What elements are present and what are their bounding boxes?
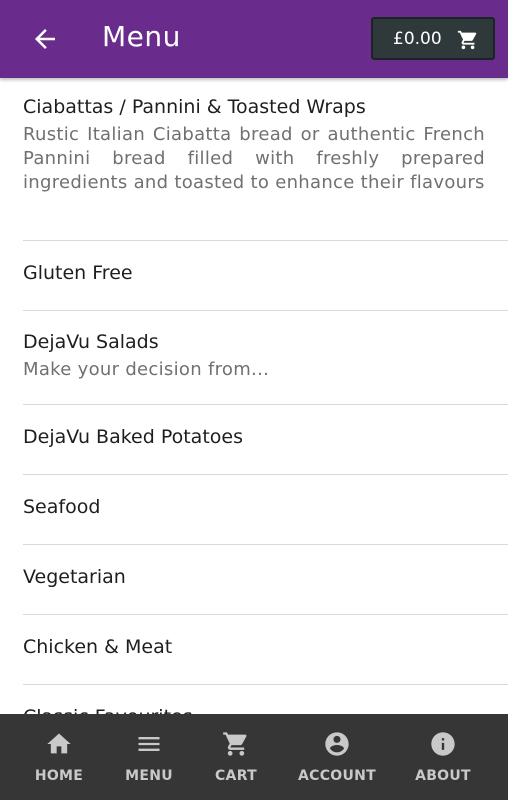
back-button[interactable]: [30, 24, 60, 54]
bottom-navigation: HOME MENU CART ACCOUNT ABOUT: [0, 714, 508, 800]
menu-category-item[interactable]: DejaVu Salads Make your decision from...: [23, 311, 508, 405]
arrow-left-icon: [35, 29, 55, 49]
menu-category-title: Gluten Free: [23, 262, 133, 284]
account-icon: [325, 732, 349, 756]
menu-category-item[interactable]: Chicken & Meat: [23, 615, 508, 685]
nav-label: ABOUT: [415, 768, 471, 784]
app-bar: Menu £0.00: [0, 0, 508, 78]
page-title: Menu: [102, 20, 181, 53]
shopping-cart-icon: [457, 30, 477, 50]
menu-category-item[interactable]: Ciabattas / Pannini & Toasted Wraps Rust…: [23, 78, 508, 241]
nav-label: CART: [214, 768, 257, 784]
menu-category-title: Ciabattas / Pannini & Toasted Wraps: [23, 96, 366, 118]
menu-category-item[interactable]: Vegetarian: [23, 545, 508, 615]
nav-item-account[interactable]: ACCOUNT: [292, 714, 382, 800]
cart-total-button[interactable]: £0.00: [371, 17, 495, 60]
menu-category-item[interactable]: Gluten Free: [23, 241, 508, 311]
info-icon: [431, 732, 455, 756]
menu-category-title: DejaVu Salads: [23, 331, 159, 353]
menu-category-title: Vegetarian: [23, 566, 126, 588]
menu-category-title: DejaVu Baked Potatoes: [23, 426, 243, 448]
menu-category-description: Make your decision from...: [23, 359, 270, 380]
menu-category-item[interactable]: DejaVu Baked Potatoes: [23, 405, 508, 475]
nav-label: ACCOUNT: [297, 768, 377, 784]
nav-item-menu[interactable]: MENU: [112, 714, 186, 800]
home-icon: [47, 733, 71, 754]
cart-icon: [223, 732, 247, 756]
menu-category-title: Classic Favourites: [23, 706, 193, 714]
menu-category-item[interactable]: Seafood: [23, 475, 508, 545]
menu-icon: [138, 737, 160, 751]
nav-label: MENU: [125, 768, 173, 784]
nav-label: HOME: [34, 768, 84, 784]
menu-category-title: Chicken & Meat: [23, 636, 173, 658]
menu-category-description: Rustic Italian Ciabatta bread or authent…: [23, 124, 485, 193]
cart-total-label: £0.00: [393, 29, 442, 49]
nav-item-home[interactable]: HOME: [22, 714, 96, 800]
nav-item-cart[interactable]: CART: [199, 714, 273, 800]
menu-category-list: Ciabattas / Pannini & Toasted Wraps Rust…: [0, 78, 508, 714]
nav-item-about[interactable]: ABOUT: [406, 714, 480, 800]
menu-category-item[interactable]: Classic Favourites: [23, 685, 508, 714]
menu-category-title: Seafood: [23, 496, 101, 518]
